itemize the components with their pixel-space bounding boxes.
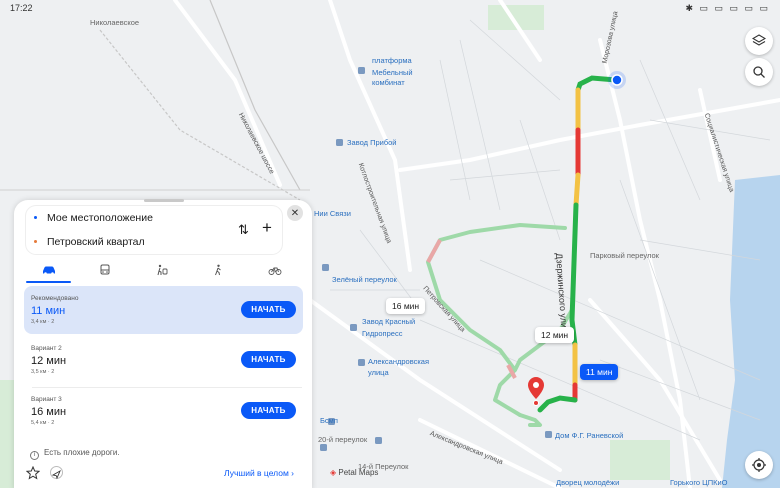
best-overall-text: Лучший в целом — [224, 468, 289, 478]
map-label-alex-1: Александровская — [368, 357, 430, 366]
option-label: Вариант 2 — [31, 345, 62, 352]
option-label: Рекомендовано — [31, 295, 79, 302]
road-warning: i Есть плохие дороги. — [30, 448, 120, 460]
destination-field[interactable]: Петровский квартал — [34, 236, 145, 248]
bus-icon — [100, 264, 110, 275]
swap-icon[interactable]: ⇅ — [238, 222, 249, 238]
close-button[interactable]: ✕ — [287, 205, 303, 221]
search-button[interactable] — [745, 58, 773, 86]
map-label-nii-svyazi: Нии Связи — [314, 209, 351, 218]
route-badge-12[interactable]: 12 мин — [535, 327, 575, 343]
share-location-button[interactable] — [50, 466, 63, 480]
panel-grabber[interactable] — [144, 199, 184, 202]
route-option-3[interactable]: Вариант 3 16 мин 5,4 км · 2 НАЧАТЬ — [24, 387, 303, 435]
route-option-2[interactable]: Вариант 2 12 мин 3,5 км · 2 НАЧАТЬ — [24, 336, 303, 384]
chevron-right-icon: › — [288, 468, 294, 478]
info-icon: i — [30, 451, 39, 460]
start-button[interactable]: НАЧАТЬ — [241, 402, 296, 419]
option-meta: 3,5 км · 2 — [31, 369, 55, 375]
route-input-box: Мое местоположение Петровский квартал ⇅ … — [26, 206, 282, 254]
map-label-platform: платформа — [372, 56, 412, 65]
add-stop-icon[interactable]: + — [262, 218, 272, 238]
map-label-dvorets: Дворец молодёжи — [556, 478, 620, 487]
status-icons: ✱ ▭ ▭ ▭ ▭ ▭ — [685, 3, 770, 13]
destination-text: Петровский квартал — [47, 236, 145, 248]
destination-pin-icon — [528, 377, 544, 406]
tab-walk-transit[interactable] — [139, 260, 185, 280]
map-label-bsmp: Бсмп — [320, 416, 338, 425]
start-button[interactable]: НАЧАТЬ — [241, 351, 296, 368]
origin-dot-icon — [34, 216, 37, 219]
status-bar: 17:22 ✱ ▭ ▭ ▭ ▭ ▭ — [0, 0, 780, 16]
origin-text: Мое местоположение — [47, 212, 153, 224]
option-meta: 3,4 км · 2 — [31, 319, 55, 325]
status-time: 17:22 — [10, 3, 33, 13]
locate-me-button[interactable] — [745, 451, 773, 479]
layers-icon — [752, 34, 766, 46]
petal-maps-attribution: ◈ Petal Maps — [330, 468, 378, 477]
map-label-nikolaevskoe: Николаевское — [90, 18, 140, 27]
map-label-zavod-priboy: Завод Прибой — [347, 138, 397, 147]
transport-mode-tabs — [14, 260, 312, 282]
option-meta: 5,4 км · 2 — [31, 420, 55, 426]
attribution-text: Petal Maps — [338, 468, 379, 477]
map-label-lane20: 20-й переулок — [318, 435, 368, 444]
map-label-krasny-2: Гидропресс — [362, 329, 403, 338]
start-button[interactable]: НАЧАТЬ — [241, 301, 296, 318]
option-time: 16 мин — [31, 406, 67, 418]
route-badge-11[interactable]: 11 мин — [580, 364, 619, 380]
map-label-krasny-1: Завод Красный — [362, 317, 416, 326]
bike-icon — [268, 267, 282, 275]
panel-footer: Лучший в целом › — [26, 466, 306, 482]
option-time: 11 мин — [31, 305, 66, 317]
map-label-furniture-1: Мебельный — [372, 68, 413, 77]
route-badge-16[interactable]: 16 мин — [386, 298, 426, 314]
map-label-zeleny: Зелёный переулок — [332, 275, 397, 284]
map-label-ranevskoy: Дом Ф.Г. Раневской — [555, 431, 624, 440]
close-icon: ✕ — [290, 207, 300, 219]
tab-car[interactable] — [26, 260, 72, 280]
navigation-arrow-icon — [51, 469, 61, 480]
origin-field[interactable]: Мое местоположение — [34, 212, 153, 224]
route-option-1[interactable]: Рекомендовано 11 мин 3,4 км · 2 НАЧАТЬ — [24, 286, 303, 334]
layers-button[interactable] — [745, 27, 773, 55]
option-label: Вариант 3 — [31, 396, 62, 403]
car-icon — [43, 266, 55, 275]
tab-bus[interactable] — [82, 260, 128, 280]
walk-icon — [215, 264, 221, 276]
tab-walk[interactable] — [195, 260, 241, 280]
warning-text: Есть плохие дороги. — [44, 448, 120, 457]
star-icon[interactable] — [26, 466, 40, 480]
search-icon — [753, 66, 765, 78]
best-overall-link[interactable]: Лучший в целом › — [224, 468, 294, 478]
map-label-alex-2: улица — [368, 368, 389, 377]
option-time: 12 мин — [31, 355, 67, 367]
walk-transit-icon — [157, 264, 168, 276]
destination-dot-icon — [34, 240, 37, 243]
map-label-gorky: Горького ЦПКиО — [670, 478, 728, 487]
crosshair-icon — [752, 458, 766, 472]
active-tab-indicator — [26, 281, 71, 283]
route-panel: ✕ Мое местоположение Петровский квартал … — [14, 199, 312, 488]
tab-bike[interactable] — [252, 260, 298, 280]
map-label-furniture-2: комбинат — [372, 78, 405, 87]
map-label-parkovy: Парковый переулок — [590, 251, 659, 260]
